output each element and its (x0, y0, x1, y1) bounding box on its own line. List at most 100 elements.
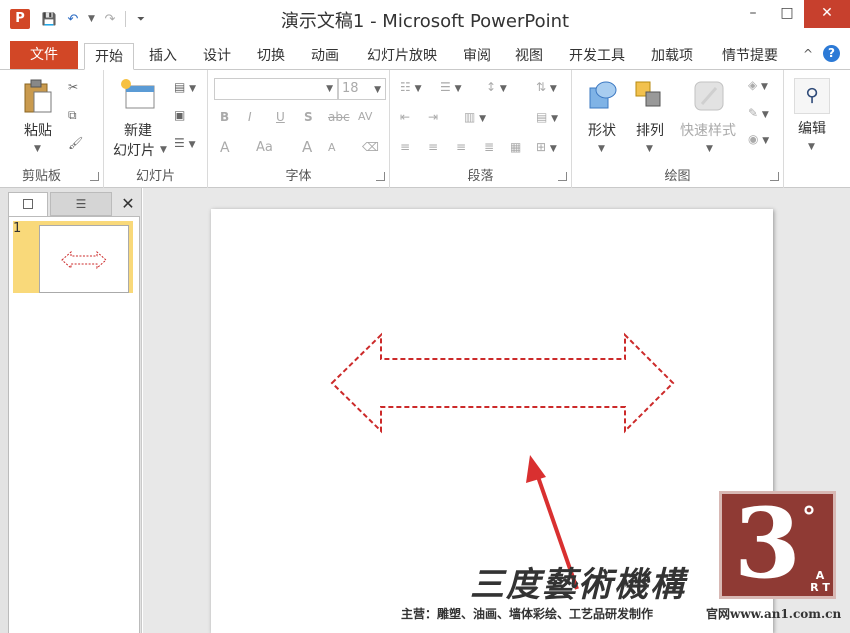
outline-icon: ☰ (75, 197, 87, 211)
watermark-logo-degree: ° (802, 500, 816, 533)
window-controls: – □ ✕ (736, 0, 850, 28)
shapes-dropdown-icon[interactable]: ▼ (598, 144, 605, 154)
smartart-icon[interactable]: ⊞ ▼ (536, 140, 557, 154)
tab-view[interactable]: 视图 (507, 43, 551, 70)
clipboard-group: 粘贴 ▼ ✂ ⧉ 🖌 剪贴板 (0, 70, 104, 188)
tab-storyboarding[interactable]: 情节提要 (712, 43, 788, 70)
quick-styles-icon[interactable] (692, 78, 726, 114)
tab-addins[interactable]: 加载项 (643, 43, 701, 70)
new-slide-dropdown-icon[interactable]: ▼ (160, 145, 167, 155)
clipboard-launcher-icon[interactable] (90, 172, 99, 181)
columns-icon[interactable]: ▥ ▼ (464, 110, 486, 124)
tab-animations[interactable]: 动画 (302, 43, 348, 70)
shapes-label[interactable]: 形状 (582, 120, 622, 140)
new-slide-label-2[interactable]: 幻灯片 (110, 140, 158, 160)
tab-row-icons: ^ ? (803, 45, 840, 62)
align-right-icon[interactable]: ≡ (456, 140, 466, 154)
editing-dropdown-icon[interactable]: ▼ (808, 142, 815, 152)
maximize-button[interactable]: □ (770, 0, 804, 28)
cut-icon[interactable]: ✂ (68, 80, 78, 94)
ribbon-tabs: 文件 开始 插入 设计 切换 动画 幻灯片放映 审阅 视图 开发工具 加载项 情… (0, 38, 850, 70)
tab-slide-show[interactable]: 幻灯片放映 (356, 43, 448, 70)
arrange-label[interactable]: 排列 (630, 120, 670, 140)
tab-slides-thumbnails[interactable] (8, 192, 48, 216)
drawing-group-label: 绘图 (664, 169, 691, 184)
help-icon[interactable]: ? (823, 45, 840, 62)
font-name-combo[interactable]: ▼ (214, 78, 338, 100)
increase-indent-icon[interactable]: ⇥ (428, 110, 438, 124)
italic-button[interactable]: I (248, 110, 252, 124)
section-icon[interactable]: ☰ ▼ (174, 136, 196, 150)
slides-group: 新建 幻灯片 ▼ ▤ ▼ ▣ ☰ ▼ 幻灯片 (104, 70, 208, 188)
watermark-footer-business: 主营：雕塑、油画、墙体彩绘、工艺品研发制作 (401, 607, 654, 621)
shapes-icon[interactable] (586, 78, 618, 114)
font-launcher-icon[interactable] (376, 172, 385, 181)
tab-review[interactable]: 审阅 (455, 43, 499, 70)
character-spacing-button[interactable]: AV (358, 110, 372, 123)
minimize-button[interactable]: – (736, 0, 770, 28)
text-direction-icon[interactable]: ⇅ ▼ (536, 80, 557, 94)
slide-thumbnail[interactable] (39, 225, 129, 293)
change-case-button[interactable]: Aa (256, 140, 273, 155)
tab-design[interactable]: 设计 (194, 43, 240, 70)
shape-fill-icon[interactable]: ◈ ▼ (748, 78, 768, 92)
thumbnail-arrow-shape (61, 250, 107, 270)
shrink-font-button[interactable]: A (328, 141, 336, 154)
paste-icon[interactable] (22, 78, 54, 114)
new-slide-label-1[interactable]: 新建 (118, 120, 158, 140)
copy-icon[interactable]: ⧉ (68, 108, 77, 123)
layout-icon[interactable]: ▤ ▼ (174, 80, 196, 94)
font-name-dropdown-icon[interactable]: ▼ (326, 84, 333, 94)
drawing-launcher-icon[interactable] (770, 172, 779, 181)
paste-dropdown-icon[interactable]: ▼ (34, 144, 41, 154)
arrange-dropdown-icon[interactable]: ▼ (646, 144, 653, 154)
pane-tabs: ☰ ✕ (8, 192, 140, 216)
quick-styles-dropdown-icon[interactable]: ▼ (706, 144, 713, 154)
bold-button[interactable]: B (220, 110, 229, 124)
watermark-name: 三度藝術機構 (470, 565, 686, 605)
paragraph-launcher-icon[interactable] (558, 172, 567, 181)
font-color-button[interactable]: A (220, 140, 230, 156)
justify-icon[interactable]: ≣ (484, 140, 494, 154)
collapse-ribbon-icon[interactable]: ^ (803, 47, 813, 61)
slide-thumbnails-icon (23, 199, 33, 209)
tab-insert[interactable]: 插入 (140, 43, 186, 70)
tab-transitions[interactable]: 切换 (248, 43, 294, 70)
bullets-icon[interactable]: ☷ ▼ (400, 80, 422, 94)
shape-effects-icon[interactable]: ◉ ▼ (748, 132, 769, 146)
paste-label[interactable]: 粘贴 (18, 120, 58, 140)
reset-slide-icon[interactable]: ▣ (174, 108, 185, 122)
underline-button[interactable]: U (276, 110, 285, 124)
tab-home[interactable]: 开始 (84, 43, 134, 70)
tab-developer[interactable]: 开发工具 (560, 43, 634, 70)
shadow-button[interactable]: S (304, 110, 313, 124)
line-spacing-icon[interactable]: ↕ ▼ (486, 80, 507, 94)
align-left-icon[interactable]: ≡ (400, 140, 410, 154)
tab-file[interactable]: 文件 (10, 41, 78, 69)
align-text-icon[interactable]: ▤ ▼ (536, 110, 558, 124)
format-painter-icon[interactable]: 🖌 (68, 136, 83, 150)
clear-formatting-icon[interactable]: ⌫ (362, 140, 379, 154)
slide-number: 1 (13, 221, 22, 236)
grow-font-button[interactable]: A (302, 138, 312, 156)
font-size-combo[interactable]: 18 ▼ (338, 78, 386, 100)
numbering-icon[interactable]: ☰ ▼ (440, 80, 462, 94)
binoculars-icon[interactable]: ⚲ (794, 78, 830, 114)
double-arrow-shape[interactable] (330, 332, 675, 434)
arrange-icon[interactable] (634, 78, 666, 114)
distribute-icon[interactable]: ▦ (510, 140, 521, 154)
center-icon[interactable]: ≡ (428, 140, 438, 154)
shape-outline-icon[interactable]: ✎ ▼ (748, 106, 769, 120)
tab-outline[interactable]: ☰ (50, 192, 112, 216)
watermark-logo-digit: 3 (734, 487, 801, 600)
window-title: 演示文稿1 - Microsoft PowerPoint (280, 11, 570, 32)
new-slide-icon[interactable] (120, 78, 156, 110)
close-button[interactable]: ✕ (804, 0, 850, 28)
font-size-dropdown-icon[interactable]: ▼ (374, 80, 381, 100)
close-pane-button[interactable]: ✕ (116, 192, 140, 216)
quick-styles-label[interactable]: 快速样式 (676, 120, 740, 140)
font-group-label: 字体 (285, 169, 312, 184)
editing-label[interactable]: 编辑 (790, 118, 834, 138)
decrease-indent-icon[interactable]: ⇤ (400, 110, 410, 124)
strikethrough-button[interactable]: abc (328, 110, 350, 124)
